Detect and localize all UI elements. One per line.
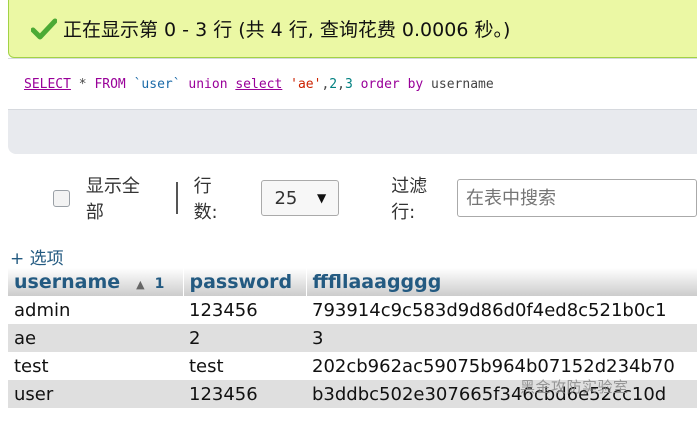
sql-token: SELECT [24, 77, 71, 92]
rows-per-page-select[interactable]: 25 ▼ [261, 180, 340, 216]
cell-username: user [8, 380, 183, 408]
sql-token: FROM [94, 77, 126, 92]
rows-label: 行数: [193, 176, 218, 223]
table-row[interactable]: ae 2 3 [8, 324, 697, 352]
checkmark-icon [31, 18, 57, 39]
cell-username: admin [8, 296, 183, 324]
cell-password: 123456 [183, 380, 306, 408]
sql-token: 2 [329, 77, 338, 92]
sql-token: order by [360, 77, 424, 92]
cell-username: ae [8, 324, 183, 352]
rows-per-page-value: 25 [274, 187, 298, 209]
options-link[interactable]: + 选项 [10, 244, 64, 269]
cell-username: test [8, 352, 183, 380]
dropdown-arrow-icon: ▼ [316, 191, 327, 205]
watermark-logo: 黑金攻防实验室 [520, 378, 629, 396]
status-message: 正在显示第 0 - 3 行 (共 4 行, 查询花费 0.0006 秒。) [63, 19, 511, 41]
cell-fffllaaagggg: 793914c9c583d9d86d0f4ed8c521b0c1 [306, 296, 697, 324]
filter-rows-label: 过滤行: [391, 176, 428, 223]
sql-token: * [70, 77, 95, 92]
sql-token: union [188, 77, 228, 92]
cell-password: test [183, 352, 306, 380]
table-row[interactable]: admin 123456 793914c9c583d9d86d0f4ed8c52… [8, 296, 697, 324]
show-all-label: 显示全部 [85, 176, 140, 223]
column-header-password[interactable]: password [183, 268, 307, 296]
sort-order-index: 1 [154, 276, 165, 292]
table-controls: 显示全部 行数: 25 ▼ 过滤行: [0, 172, 697, 224]
sql-query-text[interactable]: SELECT * FROM `user` union select 'ae',2… [8, 58, 697, 110]
cell-password: 123456 [183, 296, 306, 324]
sql-query-box: SELECT * FROM `user` union select 'ae',2… [8, 58, 697, 154]
sql-token: `user` [133, 77, 181, 92]
sql-token: username [423, 77, 494, 92]
cell-password: 2 [183, 324, 306, 352]
sql-token: , [337, 77, 345, 92]
sql-token: 3 [344, 77, 353, 92]
filter-search-input[interactable] [456, 179, 697, 217]
cell-fffllaaagggg: 202cb962ac59075b964b07152d234b70 [306, 352, 697, 380]
cell-fffllaaagggg: 3 [306, 324, 697, 352]
sql-token: select [235, 77, 283, 92]
cell-fffllaaagggg: b3ddbc502e307665f346cbd6e52cc10d [306, 380, 697, 408]
show-all-checkbox[interactable] [53, 189, 70, 207]
column-header-fffllaaagggg[interactable]: fffllaaagggg [306, 268, 697, 296]
divider [175, 182, 178, 214]
column-header-username[interactable]: username ▲ 1 [8, 268, 184, 296]
success-message-bar: 正在显示第 0 - 3 行 (共 4 行, 查询花费 0.0006 秒。) [8, 0, 697, 58]
table-header-row: username ▲ 1 password fffllaaagggg [8, 268, 697, 296]
sort-ascending-icon[interactable]: ▲ [136, 278, 144, 291]
sql-token: 'ae' [290, 77, 322, 92]
